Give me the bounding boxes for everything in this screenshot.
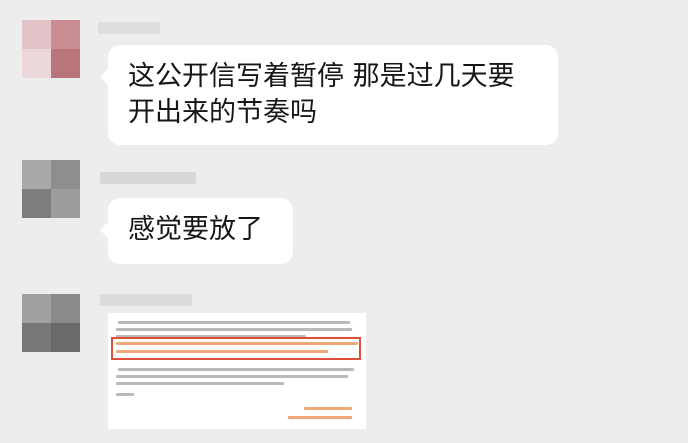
avatar[interactable] xyxy=(22,20,80,78)
message-text: 这公开信写着暂停 那是过几天要开出来的节奏吗 xyxy=(128,61,515,128)
message-bubble[interactable]: 这公开信写着暂停 那是过几天要开出来的节奏吗 xyxy=(100,45,558,145)
message-bubble[interactable]: 感觉要放了 xyxy=(100,198,293,264)
sender-name xyxy=(100,172,196,184)
avatar[interactable] xyxy=(22,294,80,352)
sender-name xyxy=(100,294,192,306)
highlight-box xyxy=(111,337,361,360)
message-text: 感觉要放了 xyxy=(128,214,263,245)
avatar[interactable] xyxy=(22,160,80,218)
sender-name xyxy=(98,22,160,34)
image-message[interactable] xyxy=(108,313,366,429)
